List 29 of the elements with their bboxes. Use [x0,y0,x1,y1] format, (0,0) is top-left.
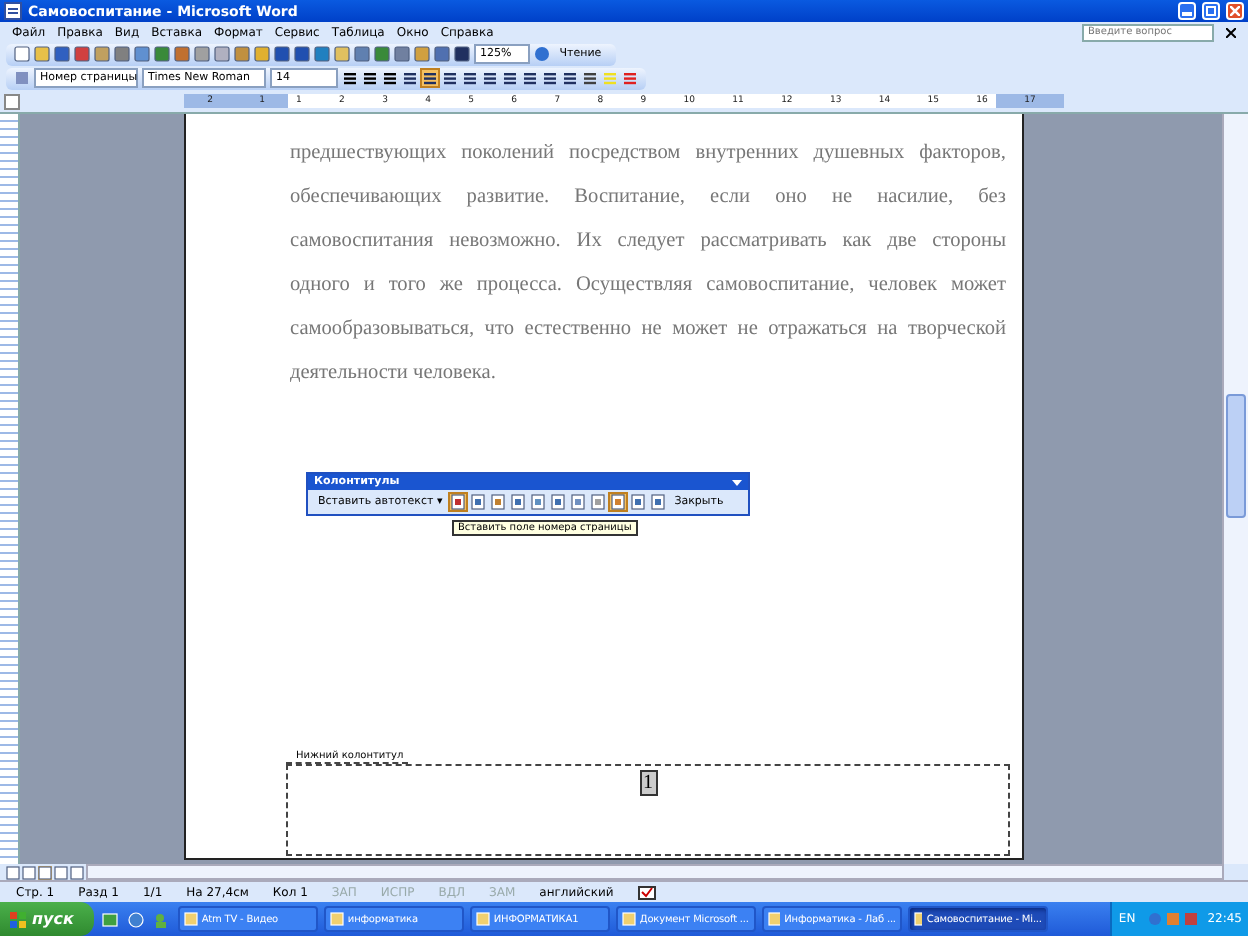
page-number-field: 1 [639,770,657,796]
globe-icon[interactable] [127,911,144,927]
maximize-icon [1206,6,1216,16]
window-icon [913,912,923,926]
close-button[interactable] [1226,2,1244,20]
window-icon [475,912,490,926]
word-document-icon [4,2,22,20]
footer-area[interactable]: 1 [286,764,1010,856]
windows-logo-icon [10,911,26,927]
help-icon[interactable] [533,46,550,62]
window-icon [767,912,781,926]
window-icon [621,912,636,926]
body-paragraph: предшествующих поколений посредством внутренних душевных факторов, обеспечивающих развитие. Воспитание, если оно не насилие, без самовоспитания невозможно. Их следует рассматривать как две стороны одного и того же процесса. Осуществляя самовоспитание, человек может самообразовываться, что естественно не может не отражаться на творческой деятельности человека. [290,140,1006,388]
align-right-icon[interactable] [442,70,458,86]
tab-selector[interactable] [4,93,20,109]
minimize-icon [1182,6,1192,16]
align-center-icon[interactable] [422,70,438,86]
vertical-scrollbar[interactable] [1222,114,1248,864]
horizontal-scrollbar[interactable] [86,864,1224,880]
window-icon [329,912,344,926]
dropdown-arrow-icon[interactable] [732,479,742,485]
close-icon[interactable] [1226,27,1236,37]
spelling-status-icon[interactable] [637,885,656,899]
justify-icon[interactable] [462,70,478,86]
minimize-button[interactable] [1178,2,1196,20]
align-left-icon[interactable] [402,70,418,86]
maximize-button[interactable] [1202,2,1220,20]
close-icon [1230,6,1240,16]
window-icon [183,912,198,926]
